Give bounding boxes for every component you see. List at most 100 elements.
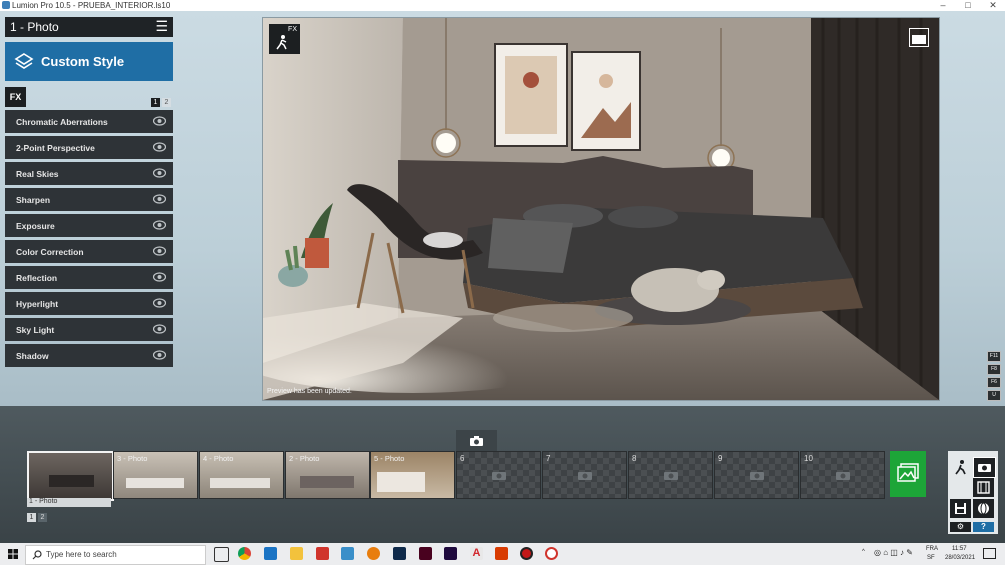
camera-icon [750,472,764,480]
effect-exposure[interactable]: Exposure [5,214,173,237]
autocad-icon[interactable]: A [470,547,483,560]
minimize-button[interactable]: – [933,0,953,11]
photo-slot-label: 3 - Photo [117,454,148,463]
floppy-disk-icon [955,503,966,514]
render-viewport[interactable]: FX Preview has been updated. [262,17,940,401]
tray-status-icons[interactable]: ◎ ⌂ ◫ ♪ ✎ [874,548,913,557]
mode-selector-panel: ⚙ ? [948,451,998,534]
camera-icon [470,436,483,446]
search-placeholder: Type here to search [46,550,117,559]
effect-chromatic-aberrations[interactable]: Chromatic Aberrations [5,110,173,133]
eye-icon[interactable] [153,168,166,178]
photo-slot-number: 9 [718,454,723,463]
effect-hyperlight[interactable]: Hyperlight [5,292,173,315]
taskbar-search-box[interactable]: Type here to search [25,545,206,565]
chrome-icon[interactable] [238,547,251,560]
acrobat-reader-icon[interactable] [316,547,329,560]
input-language-top[interactable]: FRA [926,546,938,552]
function-key-u[interactable]: U [987,390,1001,401]
thumbnail-bed [210,478,270,488]
office-icon[interactable] [495,547,508,560]
maximize-button[interactable]: □ [958,0,978,11]
walking-person-icon [276,35,287,50]
effect-shadow[interactable]: Shadow [5,344,173,367]
eye-icon[interactable] [153,246,166,256]
clock-date[interactable]: 28/03/2021 [945,555,975,561]
eye-icon[interactable] [153,220,166,230]
notification-center-icon[interactable] [983,548,996,559]
effect-label: Color Correction [16,247,84,257]
effect-color-correction[interactable]: Color Correction [5,240,173,263]
help-button[interactable]: ? [973,522,994,532]
fullscreen-toggle-icon[interactable] [909,28,929,47]
custom-style-button[interactable]: Custom Style [5,42,173,81]
clock-time[interactable]: 11:57 [952,546,967,552]
recorder-icon[interactable] [520,547,533,560]
blender-icon[interactable] [367,547,380,560]
photo-page-1[interactable]: 1 [27,513,36,522]
photo-slot-2[interactable]: 3 - Photo [113,451,198,499]
photo-slot-7[interactable]: 7 [542,451,627,499]
effect-2-point-perspective[interactable]: 2-Point Perspective [5,136,173,159]
eye-icon[interactable] [153,298,166,308]
render-photo-button[interactable] [890,451,926,497]
photo-slot-8[interactable]: 8 [628,451,713,499]
photo-mode-button[interactable] [973,457,996,478]
fx-badge[interactable]: FX [269,24,300,54]
thumbnail-bed [377,472,425,492]
input-language-bottom[interactable]: SF [927,555,935,561]
photo-slot-4[interactable]: 2 - Photo [285,451,370,499]
function-key-f8[interactable]: F8 [987,364,1001,375]
custom-style-label: Custom Style [41,54,125,69]
photo-slot-number: 8 [632,454,637,463]
settings-gear-icon[interactable]: ⚙ [950,522,971,532]
windows-start-icon[interactable] [8,549,18,559]
fx-tab[interactable]: FX [5,87,26,107]
lumion-taskbar-icon[interactable] [545,547,558,560]
mail-icon[interactable] [264,547,277,560]
effect-sky-light[interactable]: Sky Light [5,318,173,341]
photo-slot-number: 7 [546,454,551,463]
panorama-mode-button[interactable] [973,499,994,518]
photo-slot-number: 10 [804,454,813,463]
photo-slot-3[interactable]: 4 - Photo [199,451,284,499]
eye-icon[interactable] [153,272,166,282]
indesign-icon[interactable] [419,547,432,560]
effect-real-skies[interactable]: Real Skies [5,162,173,185]
eye-icon[interactable] [153,142,166,152]
close-button[interactable]: ✕ [983,0,1003,11]
capture-photo-button[interactable] [456,430,497,451]
effects-page-1[interactable]: 1 [151,98,160,107]
photo-slot-1[interactable] [27,451,114,501]
effect-sharpen[interactable]: Sharpen [5,188,173,211]
tray-chevron-icon[interactable]: ^ [862,549,865,555]
eye-icon[interactable] [153,324,166,334]
photo-slot-label: 5 - Photo [374,454,405,463]
function-key-f6[interactable]: F6 [987,377,1001,388]
photo-selector[interactable]: 1 - Photo ☰ [5,17,173,37]
photo-slot-10[interactable]: 10 [800,451,885,499]
function-key-f11[interactable]: F11 [987,351,1001,362]
photo-slot-9[interactable]: 9 [714,451,799,499]
photo-page-2[interactable]: 2 [38,513,47,522]
photoshop-icon[interactable] [393,547,406,560]
photo-slot-5[interactable]: 5 - Photo [370,451,455,499]
save-button[interactable] [950,499,971,518]
movie-mode-button[interactable] [973,478,994,497]
eye-icon[interactable] [153,194,166,204]
premiere-icon[interactable] [444,547,457,560]
task-view-icon[interactable] [214,547,229,562]
photo-slot-label: 2 - Photo [289,454,320,463]
eye-icon[interactable] [153,116,166,126]
hamburger-icon[interactable]: ☰ [155,18,168,35]
window-title: Lumion Pro 10.5 - PRUEBA_INTERIOR.ls10 [12,1,171,10]
effect-reflection[interactable]: Reflection [5,266,173,289]
file-explorer-icon[interactable] [290,547,303,560]
thumbnail-bed [300,476,354,488]
fx-badge-label: FX [288,26,297,33]
photo-slot-6[interactable]: 6 [456,451,541,499]
build-mode-button[interactable] [950,457,971,476]
app-icon-blue[interactable] [341,547,354,560]
effects-page-2[interactable]: 2 [162,98,171,107]
eye-icon[interactable] [153,350,166,360]
